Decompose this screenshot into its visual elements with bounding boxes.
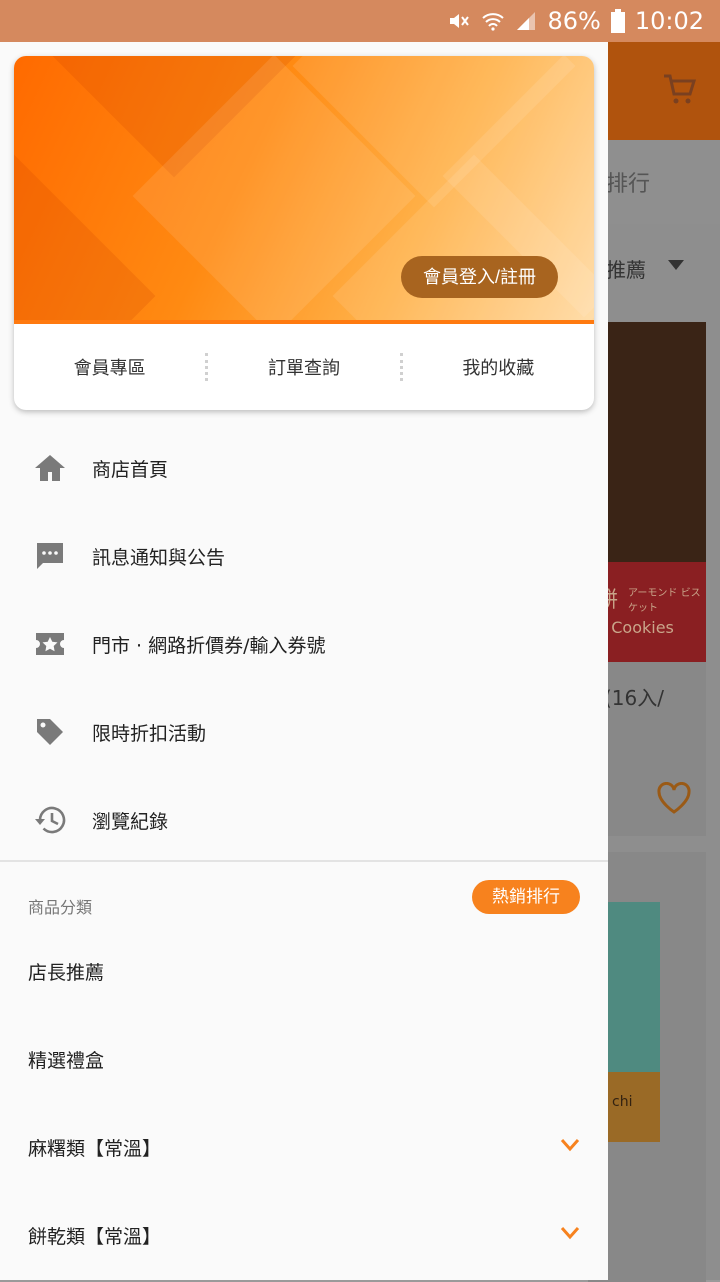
menu-item-label: 限時折扣活動 bbox=[92, 722, 207, 745]
best-sellers-button[interactable]: 熱銷排行 bbox=[472, 880, 580, 914]
product-name: (16入/ bbox=[604, 686, 664, 710]
battery-percent: 86% bbox=[547, 7, 601, 35]
drawer-menu: 商店首頁 訊息通知與公告 門市 · 網路折價券/輸入券號 限時折扣活動 瀏覽紀錄 bbox=[0, 424, 608, 864]
coupon-icon bbox=[36, 633, 64, 655]
status-bar: 86% 10:02 bbox=[0, 0, 720, 42]
menu-item-label: 瀏覽紀錄 bbox=[92, 810, 169, 833]
category-label: 精選禮盒 bbox=[28, 1050, 105, 1072]
history-icon bbox=[35, 806, 66, 834]
mute-icon bbox=[450, 14, 470, 28]
menu-item-coupons[interactable]: 門市 · 網路折價券/輸入券號 bbox=[0, 600, 608, 688]
member-card: 會員登入/註冊 會員專區 訂單查詢 我的收藏 bbox=[14, 56, 594, 410]
product-banner-jp: アーモンド ビスケット bbox=[628, 588, 701, 614]
product-logo: chi bbox=[612, 1094, 633, 1110]
home-icon bbox=[35, 455, 65, 481]
battery-icon bbox=[610, 9, 625, 33]
clock: 10:02 bbox=[634, 7, 704, 35]
member-card-tabs: 會員專區 訂單查詢 我的收藏 bbox=[14, 324, 594, 410]
message-icon bbox=[37, 543, 63, 569]
background-tab-label: 排行 bbox=[606, 172, 651, 197]
login-register-button[interactable]: 會員登入/註冊 bbox=[400, 256, 558, 298]
chevron-down-icon[interactable] bbox=[560, 1138, 580, 1152]
menu-item-store-home[interactable]: 商店首頁 bbox=[0, 424, 608, 512]
menu-item-label: 訊息通知與公告 bbox=[92, 546, 226, 569]
menu-item-label: 門市 · 網路折價券/輸入券號 bbox=[92, 634, 326, 657]
chevron-down-icon[interactable] bbox=[560, 1226, 580, 1240]
tag-icon bbox=[37, 719, 63, 745]
cart-icon bbox=[664, 74, 696, 104]
category-header: 商品分類 熱銷排行 bbox=[0, 880, 608, 924]
category-list: 店長推薦 精選禮盒 麻糬類【常溫】 餅乾類【常溫】 bbox=[0, 924, 608, 1276]
divider bbox=[0, 860, 608, 862]
menu-item-notifications[interactable]: 訊息通知與公告 bbox=[0, 512, 608, 600]
signal-icon bbox=[517, 12, 536, 30]
tab-favorites[interactable]: 我的收藏 bbox=[403, 354, 594, 380]
tab-order-query[interactable]: 訂單查詢 bbox=[208, 354, 399, 380]
heart-icon bbox=[657, 782, 691, 814]
product-label-strip: chi bbox=[608, 1072, 660, 1142]
dropdown-arrow-icon bbox=[668, 260, 684, 270]
category-item-gift-boxes[interactable]: 精選禮盒 bbox=[0, 1012, 608, 1100]
category-item-mochi[interactable]: 麻糬類【常溫】 bbox=[0, 1100, 608, 1188]
category-item-cookies[interactable]: 餅乾類【常溫】 bbox=[0, 1188, 608, 1276]
wifi-icon bbox=[482, 13, 505, 31]
menu-item-label: 商店首頁 bbox=[92, 458, 169, 481]
category-label: 店長推薦 bbox=[28, 962, 105, 984]
category-item-manager-picks[interactable]: 店長推薦 bbox=[0, 924, 608, 1012]
tab-member-zone[interactable]: 會員專區 bbox=[14, 354, 205, 380]
category-title: 商品分類 bbox=[28, 898, 93, 917]
category-label: 麻糬類【常溫】 bbox=[28, 1138, 162, 1160]
navigation-drawer: 會員登入/註冊 會員專區 訂單查詢 我的收藏 商店首頁 訊息通知與公告 門市 ·… bbox=[0, 42, 608, 1280]
menu-item-flash-sale[interactable]: 限時折扣活動 bbox=[0, 688, 608, 776]
background-sort-label: 推薦 bbox=[606, 258, 646, 282]
menu-item-history[interactable]: 瀏覽紀錄 bbox=[0, 776, 608, 864]
member-banner: 會員登入/註冊 bbox=[14, 56, 594, 320]
category-label: 餅乾類【常溫】 bbox=[28, 1226, 162, 1248]
